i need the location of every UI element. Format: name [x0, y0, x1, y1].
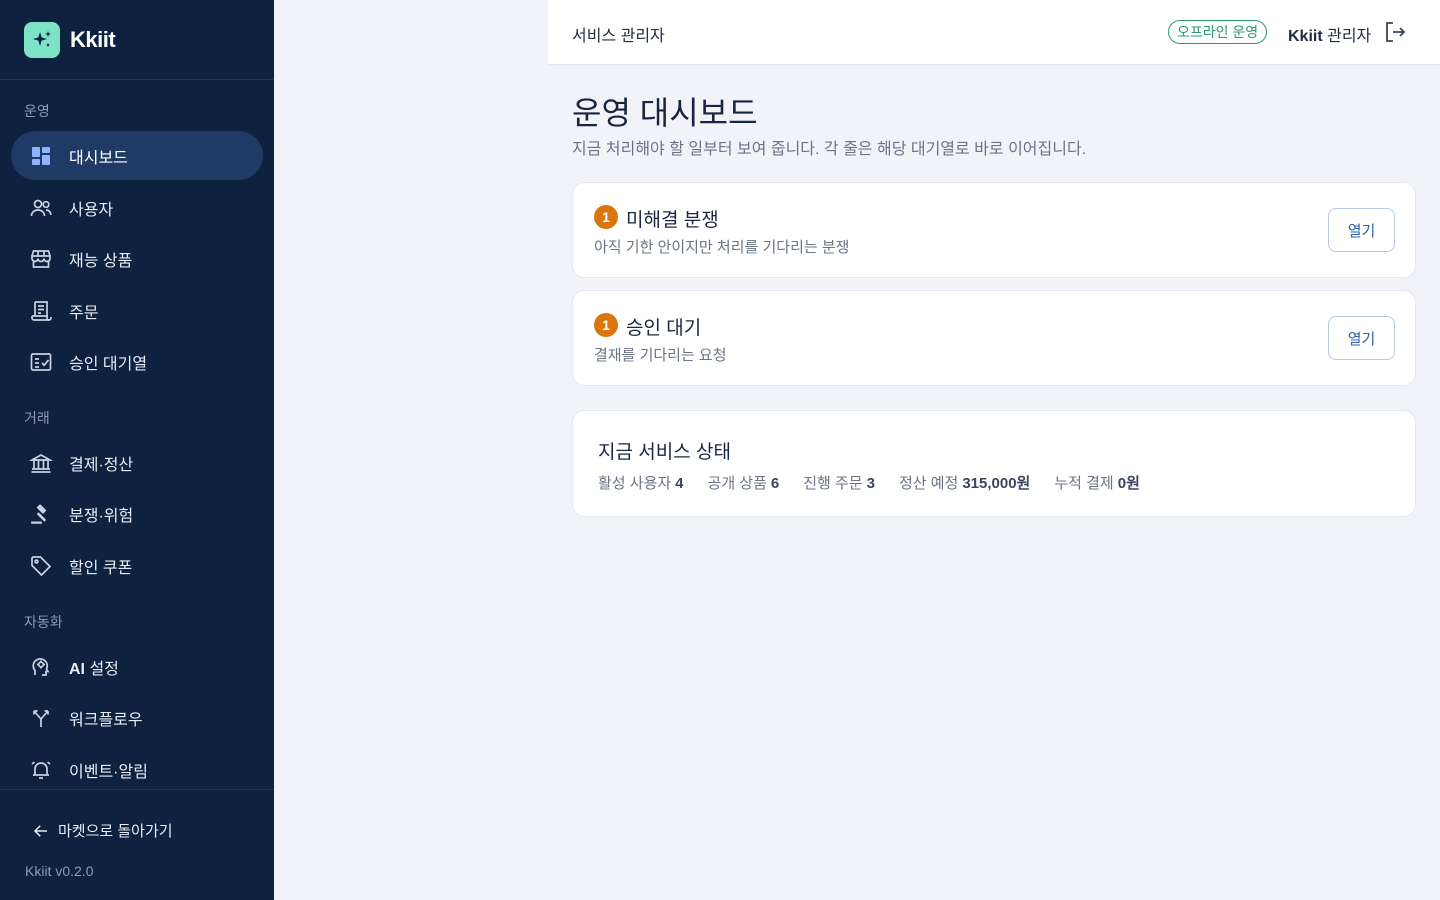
sidebar-item-disputes[interactable]: 분쟁·위험	[11, 489, 263, 538]
task-card-disputes: 1 미해결 분쟁 아직 기한 안이지만 처리를 기다리는 분쟁 열기	[572, 182, 1416, 278]
stat-label: 공개 상품	[707, 475, 767, 492]
count-badge: 1	[594, 205, 618, 229]
alarm-bell-icon	[28, 757, 54, 783]
task-title: 미해결 분쟁	[626, 210, 719, 231]
sidebar-item-products[interactable]: 재능 상품	[11, 234, 263, 283]
approval-checklist-icon	[28, 349, 54, 375]
logout-button[interactable]	[1382, 19, 1408, 45]
ai-brain-icon	[28, 654, 54, 680]
sidebar-item-label: 할인 쿠폰	[69, 559, 133, 577]
section-title-transactions: 거래	[24, 410, 50, 426]
sidebar-item-approval-queue[interactable]: 승인 대기열	[11, 337, 263, 386]
page-subtitle: 지금 처리해야 할 일부터 보여 줍니다. 각 줄은 해당 대기열로 바로 이어…	[572, 141, 1087, 158]
ai-label-rest: 설정	[85, 660, 119, 678]
stat-pending-settlement: 정산 예정 315,000원	[899, 472, 1030, 493]
top-header: 서비스 관리자 오프라인 운영 Kkiit 관리자	[548, 0, 1440, 65]
stat-active-orders: 진행 주문 3	[803, 472, 875, 493]
sidebar-footer: 마켓으로 돌아가기 Kkiit v0.2.0	[0, 789, 274, 900]
app-version: Kkiit v0.2.0	[25, 863, 94, 879]
sidebar-item-label: 대시보드	[69, 149, 128, 167]
stat-value: 3	[866, 475, 875, 492]
ai-label-bold: AI	[69, 660, 85, 678]
stat-value: 4	[675, 475, 684, 492]
stat-label: 정산 예정	[898, 475, 959, 492]
admin-role: 관리자	[1322, 28, 1372, 45]
stat-public-products: 공개 상품 6	[708, 472, 780, 493]
sidebar-item-label: 승인 대기열	[69, 355, 148, 373]
logout-icon	[1386, 22, 1406, 42]
stat-value: 0원	[1117, 475, 1140, 492]
store-icon	[28, 246, 54, 272]
sidebar-item-label: 이벤트·알림	[69, 763, 148, 781]
status-badge: 오프라인 운영	[1168, 20, 1268, 44]
sidebar-item-events[interactable]: 이벤트·알림	[11, 745, 263, 794]
arrow-left-icon	[33, 824, 47, 837]
task-description: 결재를 기다리는 요청	[594, 347, 727, 364]
sidebar-item-users[interactable]: 사용자	[11, 183, 263, 232]
stat-label: 진행 주문	[803, 475, 863, 492]
brand[interactable]: Kkiit	[0, 0, 274, 80]
task-description: 아직 기한 안이지만 처리를 기다리는 분쟁	[594, 239, 850, 256]
task-title: 승인 대기	[626, 318, 702, 339]
sidebar-item-label: 분쟁·위험	[69, 507, 134, 525]
brand-name: Kkiit	[70, 26, 116, 52]
open-disputes-button[interactable]: 열기	[1328, 208, 1395, 252]
back-to-market-label: 마켓으로 돌아가기	[58, 823, 173, 840]
sidebar-item-orders[interactable]: 주문	[11, 286, 263, 335]
sidebar-item-label: 사용자	[69, 201, 114, 219]
admin-name: Kkiit 관리자	[1288, 22, 1371, 46]
sidebar-item-dashboard[interactable]: 대시보드	[11, 131, 263, 180]
status-stats: 활성 사용자 4 공개 상품 6 진행 주문 3 정산 예정 315,000원 누적 결…	[598, 472, 1164, 493]
sidebar-item-label: 재능 상품	[69, 252, 133, 270]
stat-label: 활성 사용자	[598, 475, 672, 492]
task-card-approvals: 1 승인 대기 결재를 기다리는 요청 열기	[572, 290, 1416, 386]
sparkle-logo-icon	[24, 21, 60, 58]
stat-active-users: 활성 사용자 4	[598, 472, 684, 493]
count-badge: 1	[594, 313, 618, 337]
section-title-automation: 자동화	[24, 614, 63, 630]
open-approvals-button[interactable]: 열기	[1328, 316, 1395, 360]
admin-brand: Kkiit	[1288, 28, 1323, 45]
receipt-icon	[28, 298, 54, 324]
back-to-market-link[interactable]: 마켓으로 돌아가기	[32, 820, 173, 841]
section-title-operations: 운영	[24, 103, 50, 119]
sidebar-item-label: 워크플로우	[69, 711, 143, 729]
stat-value: 6	[770, 475, 780, 492]
users-icon	[28, 195, 54, 221]
stat-total-payments: 누적 결제 0원	[1054, 472, 1140, 493]
workflow-fork-icon	[28, 705, 54, 731]
sidebar-item-workflow[interactable]: 워크플로우	[11, 693, 263, 742]
bank-icon	[28, 450, 54, 476]
gavel-icon	[28, 501, 54, 527]
sidebar-item-label: 주문	[69, 304, 99, 322]
header-title: 서비스 관리자	[572, 28, 665, 45]
sidebar: Kkiit 운영 대시보드 사용자 재능 상품 주문 승인 대기열 거래 결제·…	[0, 0, 274, 900]
sidebar-item-payments[interactable]: 결제·정산	[11, 438, 263, 487]
dashboard-icon	[28, 143, 54, 169]
sidebar-item-label: 결제·정산	[69, 456, 134, 474]
sidebar-item-label: AI 설정	[69, 655, 119, 679]
page-title: 운영 대시보드	[572, 95, 758, 131]
status-card-title: 지금 서비스 상태	[598, 442, 731, 463]
tag-icon	[28, 553, 54, 579]
service-status-card: 지금 서비스 상태 활성 사용자 4 공개 상품 6 진행 주문 3 정산 예정 315…	[572, 410, 1416, 517]
stat-value: 315,000원	[962, 475, 1031, 492]
sidebar-item-coupons[interactable]: 할인 쿠폰	[11, 541, 263, 590]
stat-label: 누적 결제	[1054, 475, 1114, 492]
sidebar-item-ai-settings[interactable]: AI 설정	[11, 642, 263, 691]
